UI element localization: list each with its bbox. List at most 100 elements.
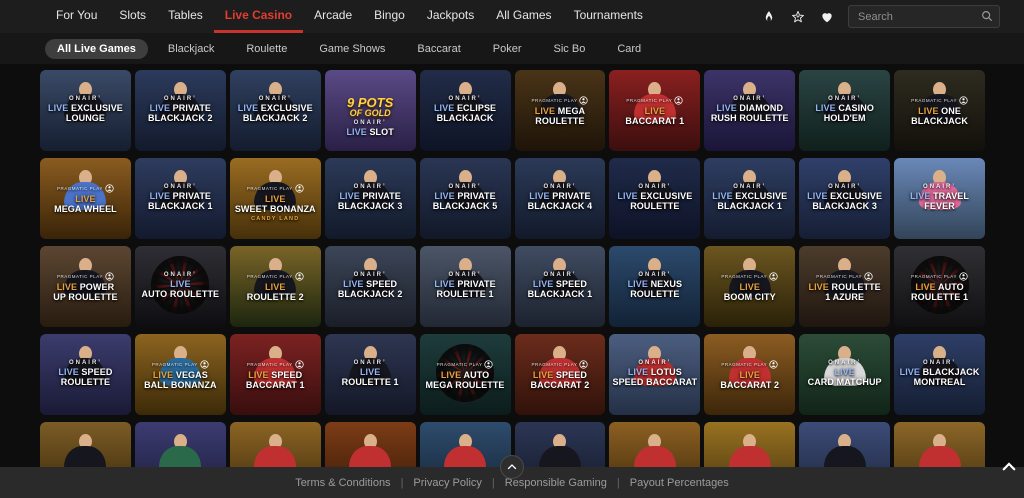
footer-link-terms-conditions[interactable]: Terms & Conditions (295, 477, 390, 489)
main-nav: For YouSlotsTablesLive CasinoArcadeBingo… (0, 0, 654, 33)
game-tile[interactable]: PRAGMATIC PLAYLIVEROULETTE 2 (230, 246, 321, 327)
game-label: ONAIR’LIVE EXCLUSIVELOUNGE (41, 96, 130, 124)
nav-item-tables[interactable]: Tables (157, 0, 214, 33)
game-title-line: ROULETTE (610, 289, 699, 299)
game-tile[interactable]: PRAGMATIC PLAYLIVE ROULETTE1 AZURE (799, 246, 890, 327)
game-title-line: LIVE EXCLUSIVE (705, 191, 794, 201)
new-games-icon[interactable] (790, 9, 805, 24)
game-tile[interactable]: ONAIR’LIVE TRAVELFEVER (894, 158, 985, 239)
game-tile[interactable]: PRAGMATIC PLAYLIVEBACCARAT 1 (609, 70, 700, 151)
game-tile[interactable]: PRAGMATIC PLAYLIVE AUTOROULETTE 1 (894, 246, 985, 327)
game-label: ONAIR’LIVE EXCLUSIVEROULETTE (610, 184, 699, 212)
game-tile[interactable]: ONAIR’LIVEAUTO ROULETTE (135, 246, 226, 327)
game-title-line: LIVE PRIVATE (516, 191, 605, 201)
filter-sic-bo[interactable]: Sic Bo (542, 39, 598, 59)
game-label: ONAIR’LIVE SPEEDBLACKJACK 1 (516, 272, 605, 300)
game-tile[interactable]: ONAIR’LIVE ECLIPSEBLACKJACK (420, 70, 511, 151)
footer-link-payout-percentages[interactable]: Payout Percentages (630, 477, 729, 489)
onair-logo: ONAIR’ (136, 184, 225, 190)
pragmatic-play-logo: PRAGMATIC PLAY (41, 272, 130, 281)
game-tile[interactable]: PRAGMATIC PLAYLIVE ONEBLACKJACK (894, 70, 985, 151)
game-tile[interactable]: PRAGMATIC PLAYLIVEBACCARAT 2 (704, 334, 795, 415)
game-label: ONAIR’LIVEROULETTE 1 (326, 360, 415, 388)
game-tile[interactable]: ONAIR’LIVE EXCLUSIVEROULETTE (609, 158, 700, 239)
game-tile[interactable]: ONAIR’LIVEROULETTE 1 (325, 334, 416, 415)
hot-games-icon[interactable] (761, 9, 776, 24)
search-icon[interactable] (980, 9, 994, 23)
game-tile[interactable]: ONAIR’LIVE EXCLUSIVEBLACKJACK 3 (799, 158, 890, 239)
game-tile[interactable]: ONAIR’LIVE BLACKJACKMONTREAL (894, 334, 985, 415)
game-tile[interactable]: ONAIR’LIVE EXCLUSIVELOUNGE (40, 70, 131, 151)
game-tile[interactable]: PRAGMATIC PLAYLIVESWEET BONANZACANDY LAN… (230, 158, 321, 239)
scroll-top-button[interactable] (998, 456, 1020, 478)
game-tile[interactable]: PRAGMATIC PLAYLIVEMEGA WHEEL (40, 158, 131, 239)
pragmatic-play-logo: PRAGMATIC PLAY (895, 272, 984, 281)
game-tile[interactable]: ONAIR’LIVE PRIVATEBLACKJACK 3 (325, 158, 416, 239)
nav-item-live-casino[interactable]: Live Casino (214, 0, 303, 33)
game-tile[interactable]: PRAGMATIC PLAYLIVE POWERUP ROULETTE (40, 246, 131, 327)
nav-item-slots[interactable]: Slots (108, 0, 157, 33)
pragmatic-play-logo: PRAGMATIC PLAY (610, 96, 699, 105)
pragmatic-play-logo: PRAGMATIC PLAY (421, 360, 510, 369)
game-label: PRAGMATIC PLAYLIVE AUTOMEGA ROULETTE (421, 360, 510, 391)
game-tile[interactable]: PRAGMATIC PLAYLIVE AUTOMEGA ROULETTE (420, 334, 511, 415)
game-tile[interactable]: ONAIR’LIVE EXCLUSIVEBLACKJACK 1 (704, 158, 795, 239)
game-tile[interactable]: ONAIR’LIVE NEXUSROULETTE (609, 246, 700, 327)
footer-link-privacy-policy[interactable]: Privacy Policy (413, 477, 481, 489)
nav-item-all-games[interactable]: All Games (485, 0, 562, 33)
game-tile[interactable]: ONAIR’LIVE SPEEDROULETTE (40, 334, 131, 415)
game-tile[interactable]: ONAIR’LIVE PRIVATEBLACKJACK 2 (135, 70, 226, 151)
nav-item-tournaments[interactable]: Tournaments (563, 0, 654, 33)
game-tile[interactable]: PRAGMATIC PLAYLIVE MEGAROULETTE (515, 70, 606, 151)
game-label: ONAIR’LIVE PRIVATEBLACKJACK 1 (136, 184, 225, 212)
onair-logo: ONAIR’ (610, 184, 699, 190)
filter-baccarat[interactable]: Baccarat (405, 39, 472, 59)
game-label: PRAGMATIC PLAYLIVE AUTOROULETTE 1 (895, 272, 984, 303)
filter-blackjack[interactable]: Blackjack (156, 39, 226, 59)
collapse-footer-button[interactable] (500, 455, 524, 479)
game-title-line: LIVE (705, 282, 794, 292)
game-tile[interactable]: ONAIR’LIVE CASINOHOLD'EM (799, 70, 890, 151)
game-title-line: LIVE BLACKJACK (895, 367, 984, 377)
nav-item-arcade[interactable]: Arcade (303, 0, 363, 33)
game-title-line: LIVE (800, 367, 889, 377)
filter-card[interactable]: Card (605, 39, 653, 59)
nav-item-jackpots[interactable]: Jackpots (416, 0, 485, 33)
game-tile[interactable]: 9 POTSOF GOLDONAIR’LIVE SLOT (325, 70, 416, 151)
game-tile[interactable]: ONAIR’LIVE EXCLUSIVEBLACKJACK 2 (230, 70, 321, 151)
game-tile[interactable]: ONAIR’LIVE LOTUSSPEED BACCARAT (609, 334, 700, 415)
footer-separator: | (492, 477, 495, 489)
search-input[interactable] (848, 5, 1000, 28)
filter-game-shows[interactable]: Game Shows (307, 39, 397, 59)
filter-poker[interactable]: Poker (481, 39, 534, 59)
pragmatic-play-logo: PRAGMATIC PLAY (895, 96, 984, 105)
filter-all-live-games[interactable]: All Live Games (45, 39, 148, 59)
game-tile[interactable]: PRAGMATIC PLAYLIVE SPEEDBACCARAT 2 (515, 334, 606, 415)
game-tile[interactable]: PRAGMATIC PLAYLIVE VEGASBALL BONANZA (135, 334, 226, 415)
game-tile[interactable]: ONAIR’LIVE SPEEDBLACKJACK 2 (325, 246, 416, 327)
filter-roulette[interactable]: Roulette (234, 39, 299, 59)
game-title-line: LIVE EXCLUSIVE (800, 191, 889, 201)
nav-item-bingo[interactable]: Bingo (363, 0, 416, 33)
game-tile[interactable]: ONAIR’LIVE SPEEDBLACKJACK 1 (515, 246, 606, 327)
game-label: ONAIR’LIVE ECLIPSEBLACKJACK (421, 96, 510, 124)
game-subtitle: CANDY LAND (231, 216, 320, 222)
nav-item-for-you[interactable]: For You (45, 0, 108, 33)
game-title-line: LIVE DIAMOND (705, 103, 794, 113)
game-tile[interactable]: PRAGMATIC PLAYLIVE SPEEDBACCARAT 1 (230, 334, 321, 415)
favorites-icon[interactable] (819, 9, 834, 24)
game-tile[interactable]: PRAGMATIC PLAYLIVEBOOM CITY (704, 246, 795, 327)
game-tile[interactable]: ONAIR’LIVE PRIVATEBLACKJACK 4 (515, 158, 606, 239)
game-title-line: LIVE PRIVATE (326, 191, 415, 201)
game-label: PRAGMATIC PLAYLIVEBACCARAT 1 (610, 96, 699, 127)
game-tile[interactable]: ONAIR’LIVE PRIVATEBLACKJACK 1 (135, 158, 226, 239)
game-title-line: BLACKJACK 4 (516, 201, 605, 211)
game-title-line: AUTO ROULETTE (136, 289, 225, 299)
game-tile[interactable]: ONAIR’LIVE PRIVATEBLACKJACK 5 (420, 158, 511, 239)
game-title-line: LIVE CASINO (800, 103, 889, 113)
game-tile[interactable]: ONAIR’LIVE DIAMONDRUSH ROULETTE (704, 70, 795, 151)
footer-link-responsible-gaming[interactable]: Responsible Gaming (505, 477, 607, 489)
game-title-line: ROULETTE 1 (326, 377, 415, 387)
game-tile[interactable]: ONAIR’LIVECARD MATCHUP (799, 334, 890, 415)
game-tile[interactable]: ONAIR’LIVE PRIVATEROULETTE 1 (420, 246, 511, 327)
